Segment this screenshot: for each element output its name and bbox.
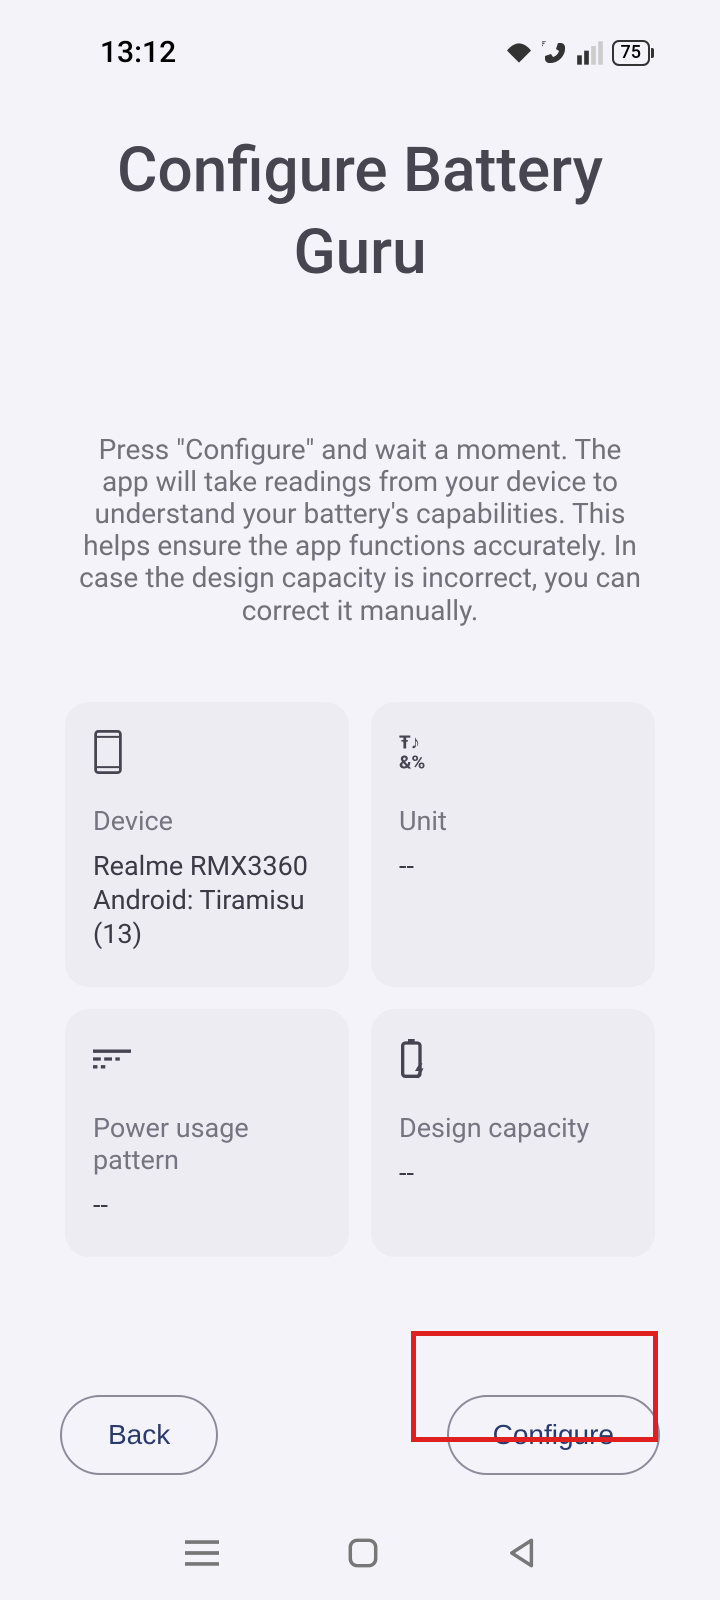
battery-charge-icon bbox=[399, 1037, 627, 1082]
card-capacity: Design capacity -- bbox=[371, 1009, 655, 1257]
wifi-icon bbox=[504, 41, 534, 65]
card-unit-value: -- bbox=[399, 849, 627, 883]
status-icons: 75 bbox=[504, 40, 650, 66]
battery-level: 75 bbox=[621, 42, 641, 63]
home-icon[interactable] bbox=[348, 1538, 378, 1568]
card-power-label: Power usage pattern bbox=[93, 1112, 321, 1176]
call-icon bbox=[542, 41, 568, 65]
card-device-value: Realme RMX3360 Android: Tiramisu (13) bbox=[93, 849, 321, 952]
card-unit: Ŧ♪&% Unit -- bbox=[371, 702, 655, 987]
status-time: 13:12 bbox=[100, 35, 176, 70]
page-title: Configure Battery Guru bbox=[0, 80, 720, 294]
navigation-bar bbox=[0, 1505, 720, 1600]
back-button[interactable]: Back bbox=[60, 1395, 218, 1475]
configure-button[interactable]: Configure bbox=[447, 1395, 660, 1475]
card-power: Power usage pattern -- bbox=[65, 1009, 349, 1257]
battery-icon: 75 bbox=[612, 40, 650, 66]
back-nav-icon[interactable] bbox=[507, 1538, 535, 1568]
card-power-value: -- bbox=[93, 1188, 321, 1222]
cell-signal-icon bbox=[576, 41, 604, 65]
page-description: Press "Configure" and wait a moment. The… bbox=[0, 294, 720, 627]
symbols-icon: Ŧ♪&% bbox=[399, 730, 627, 775]
list-icon bbox=[93, 1037, 321, 1082]
cards-grid: Device Realme RMX3360 Android: Tiramisu … bbox=[0, 627, 720, 1257]
card-device: Device Realme RMX3360 Android: Tiramisu … bbox=[65, 702, 349, 987]
svg-text:&%: &% bbox=[399, 752, 425, 773]
card-capacity-value: -- bbox=[399, 1156, 627, 1190]
footer-buttons: Back Configure bbox=[0, 1395, 720, 1475]
status-bar: 13:12 75 bbox=[0, 0, 720, 80]
card-unit-label: Unit bbox=[399, 805, 627, 837]
svg-text:Ŧ♪: Ŧ♪ bbox=[399, 732, 420, 753]
card-device-label: Device bbox=[93, 805, 321, 837]
card-capacity-label: Design capacity bbox=[399, 1112, 627, 1144]
phone-icon bbox=[93, 730, 321, 775]
recent-apps-icon[interactable] bbox=[185, 1539, 219, 1567]
